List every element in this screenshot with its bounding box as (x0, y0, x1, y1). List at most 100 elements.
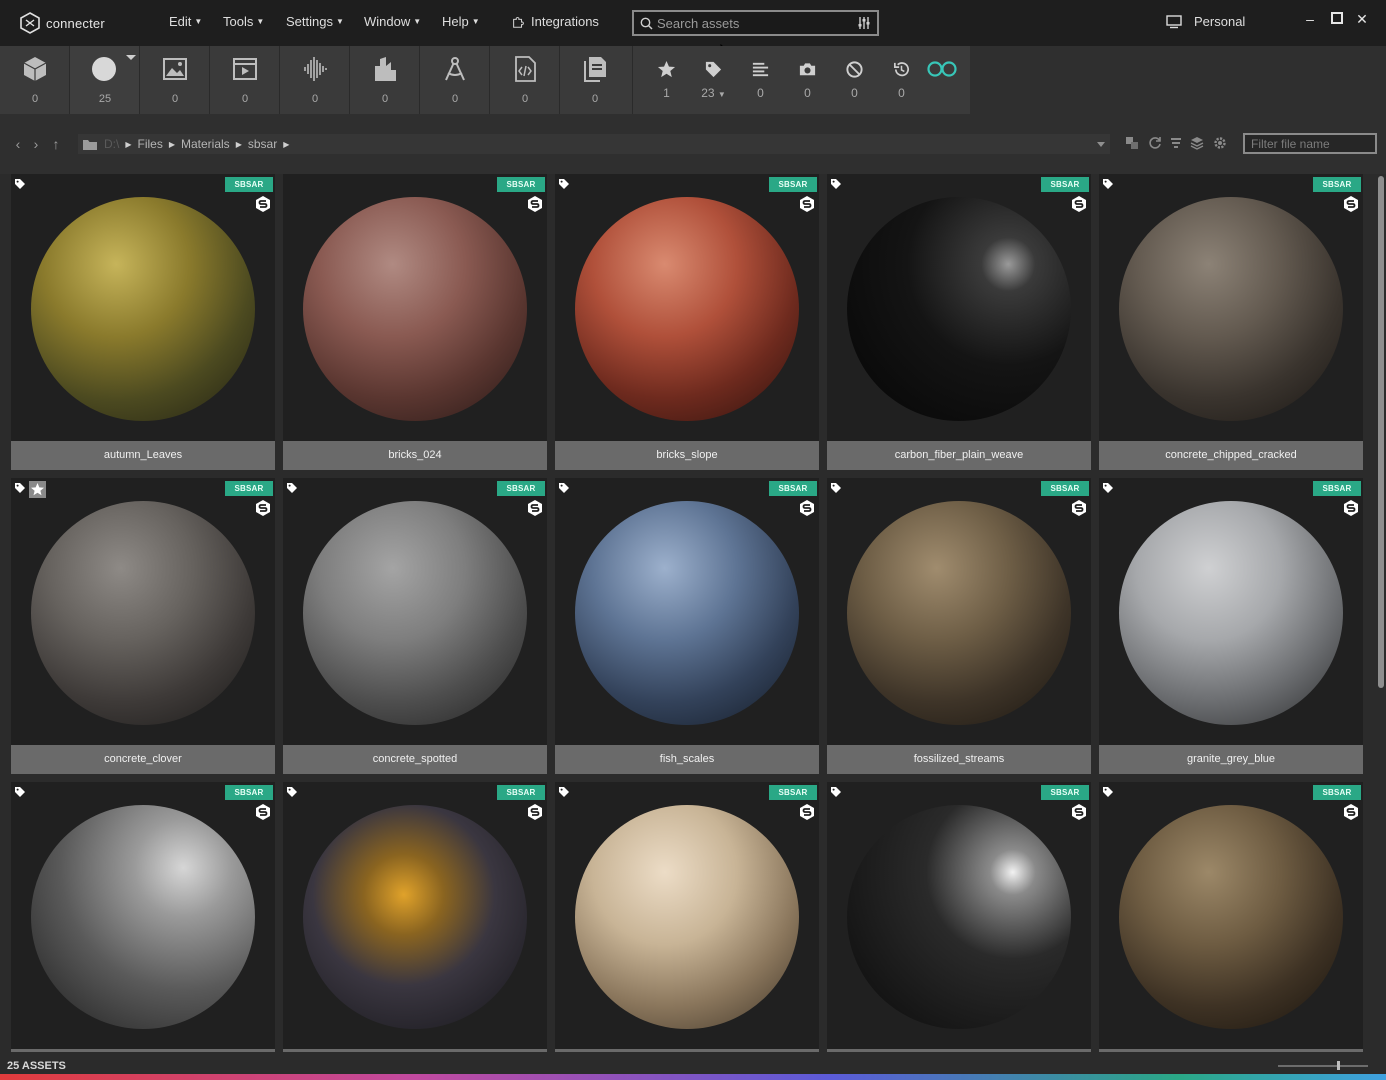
asset-thumbnail[interactable] (1099, 785, 1363, 1049)
app-logo[interactable]: connecter (18, 10, 118, 36)
asset-card[interactable]: SBSAR concrete_spotted (283, 478, 547, 774)
search-input[interactable] (657, 15, 847, 31)
asset-card[interactable]: SBSAR (1099, 782, 1363, 1052)
tag-icon[interactable] (830, 482, 842, 494)
tag-icon[interactable] (14, 786, 26, 798)
path-dropdown-icon[interactable] (1097, 142, 1105, 147)
asset-card[interactable]: SBSAR (555, 782, 819, 1052)
material-preview-sphere (303, 197, 527, 421)
asset-thumbnail[interactable] (11, 481, 275, 745)
asset-thumbnail[interactable] (11, 177, 275, 441)
gear-icon[interactable] (1213, 136, 1227, 150)
tag-icon[interactable] (830, 786, 842, 798)
asset-card[interactable]: SBSAR (827, 782, 1091, 1052)
breadcrumb-item[interactable]: Files (138, 137, 163, 151)
linked-filter-button[interactable] (922, 46, 962, 114)
blocked-icon (846, 61, 863, 78)
favorite-star[interactable] (29, 481, 46, 498)
asset-thumbnail[interactable] (555, 481, 819, 745)
tag-icon[interactable] (558, 482, 570, 494)
type-3d-models-button[interactable]: 0 (0, 46, 70, 114)
close-icon[interactable]: ✕ (1355, 12, 1369, 26)
favorites-filter-button[interactable]: 1 (643, 46, 690, 114)
type-architecture-button[interactable]: 0 (350, 46, 420, 114)
menu-help[interactable]: Help ▼ (442, 14, 480, 29)
missing-filter-button[interactable]: 0 (831, 46, 878, 114)
chevron-down-icon[interactable]: ▼ (718, 90, 726, 99)
type-materials-button[interactable]: 25 (70, 46, 140, 114)
tag-icon[interactable] (1102, 178, 1114, 190)
maximize-icon[interactable] (1330, 12, 1344, 26)
tag-icon[interactable] (1102, 786, 1114, 798)
asset-card[interactable]: SBSAR bricks_024 (283, 174, 547, 470)
filter-file-name-box[interactable] (1243, 133, 1377, 154)
breadcrumb-item[interactable]: Materials (181, 137, 230, 151)
asset-thumbnail[interactable] (283, 481, 547, 745)
refresh-icon[interactable] (1148, 136, 1162, 150)
asset-thumbnail[interactable] (827, 785, 1091, 1049)
asset-thumbnail[interactable] (283, 177, 547, 441)
grid-scrollbar[interactable] (1376, 174, 1386, 1052)
asset-thumbnail[interactable] (827, 177, 1091, 441)
brand-color-strip (0, 1074, 1386, 1080)
integrations-button[interactable]: Integrations (511, 14, 599, 29)
breadcrumb[interactable]: D:\ ▶ Files ▶ Materials ▶ sbsar ▶ (78, 134, 1110, 154)
tag-icon[interactable] (286, 482, 298, 494)
move-icon[interactable] (1125, 136, 1139, 150)
layers-icon[interactable] (1190, 136, 1204, 150)
filter-file-name-input[interactable] (1245, 135, 1375, 153)
tag-icon[interactable] (830, 178, 842, 190)
type-documents-button[interactable]: 0 (560, 46, 630, 114)
asset-thumbnail[interactable] (1099, 481, 1363, 745)
type-code-button[interactable]: 0 (490, 46, 560, 114)
menu-edit[interactable]: Edit ▼ (169, 14, 202, 29)
asset-card[interactable]: SBSAR fossilized_streams (827, 478, 1091, 774)
type-videos-button[interactable]: 0 (210, 46, 280, 114)
history-filter-button[interactable]: 0 (878, 46, 925, 114)
scrollbar-thumb[interactable] (1378, 176, 1384, 688)
tag-icon[interactable] (14, 482, 26, 494)
asset-card[interactable]: SBSAR bricks_slope (555, 174, 819, 470)
menu-window[interactable]: Window ▼ (364, 14, 421, 29)
asset-card[interactable]: SBSAR (283, 782, 547, 1052)
asset-card[interactable]: SBSAR (11, 782, 275, 1052)
previews-filter-button[interactable]: 0 (784, 46, 831, 114)
asset-card[interactable]: SBSAR carbon_fiber_plain_weave (827, 174, 1091, 470)
asset-thumbnail[interactable] (1099, 177, 1363, 441)
type-images-button[interactable]: 0 (140, 46, 210, 114)
asset-thumbnail[interactable] (283, 785, 547, 1049)
asset-card[interactable]: SBSAR concrete_chipped_cracked (1099, 174, 1363, 470)
breadcrumb-drive[interactable]: D:\ (104, 137, 119, 151)
minimize-icon[interactable]: – (1303, 12, 1317, 26)
chevron-down-icon[interactable] (126, 55, 136, 60)
thumbnail-size-slider[interactable] (1278, 1065, 1368, 1067)
type-cad-button[interactable]: 0 (420, 46, 490, 114)
up-arrow-icon[interactable]: ↑ (49, 136, 63, 152)
asset-card[interactable]: SBSAR concrete_clover (11, 478, 275, 774)
collections-filter-button[interactable]: 0 (737, 46, 784, 114)
tag-icon[interactable] (558, 178, 570, 190)
asset-thumbnail[interactable] (555, 785, 819, 1049)
tag-icon[interactable] (1102, 482, 1114, 494)
sort-icon[interactable] (1169, 136, 1183, 150)
back-arrow-icon[interactable]: ‹ (11, 136, 25, 152)
asset-card[interactable]: SBSAR fish_scales (555, 478, 819, 774)
breadcrumb-item[interactable]: sbsar (248, 137, 277, 151)
menu-tools[interactable]: Tools ▼ (223, 14, 264, 29)
asset-thumbnail[interactable] (827, 481, 1091, 745)
tag-icon[interactable] (286, 786, 298, 798)
thumbnail-size-slider-handle[interactable] (1337, 1061, 1340, 1070)
tag-icon[interactable] (558, 786, 570, 798)
asset-card[interactable]: SBSAR granite_grey_blue (1099, 478, 1363, 774)
menu-settings[interactable]: Settings ▼ (286, 14, 344, 29)
asset-thumbnail[interactable] (11, 785, 275, 1049)
type-audio-button[interactable]: 0 (280, 46, 350, 114)
workspace-selector[interactable]: Personal (1166, 14, 1245, 29)
tag-icon[interactable] (14, 178, 26, 190)
asset-card[interactable]: SBSAR autumn_Leaves (11, 174, 275, 470)
forward-arrow-icon[interactable]: › (29, 136, 43, 152)
search-settings-icon[interactable] (857, 16, 871, 30)
tags-filter-button[interactable]: 23 ▼ (690, 46, 737, 114)
asset-thumbnail[interactable] (555, 177, 819, 441)
search-box[interactable] (632, 10, 879, 36)
